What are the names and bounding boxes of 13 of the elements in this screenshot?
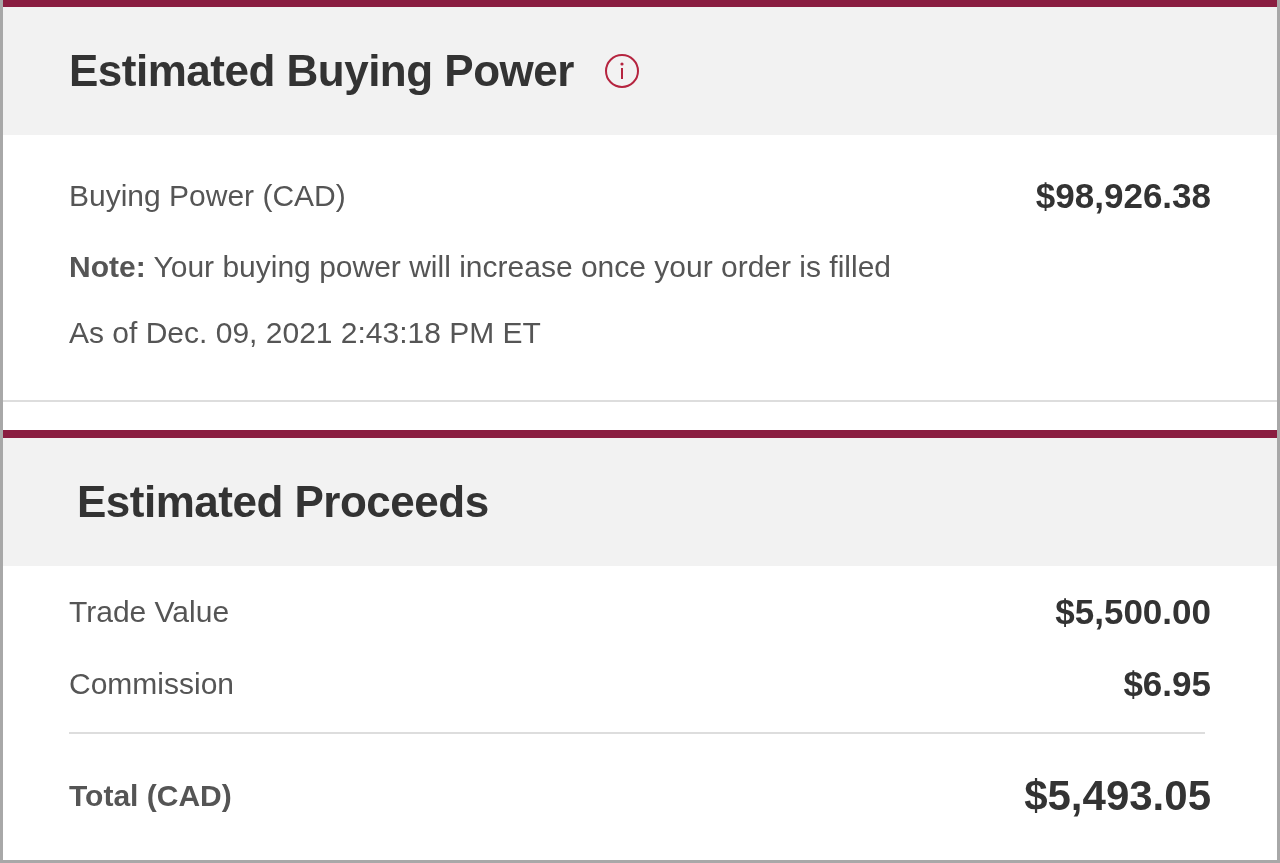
section-title: Estimated Proceeds	[77, 477, 489, 527]
note-text: Note: Your buying power will increase once your order is filled	[69, 250, 892, 284]
total-value: $5,493.05	[1024, 772, 1211, 820]
total-label: Total (CAD)	[69, 779, 232, 813]
row-label: Buying Power (CAD)	[69, 179, 346, 213]
row-label: Commission	[69, 667, 235, 701]
row-value: $6.95	[1123, 664, 1211, 704]
info-icon[interactable]	[603, 53, 640, 89]
row-value: $5,500.00	[1055, 592, 1211, 632]
timestamp-text: As of Dec. 09, 2021 2:43:18 PM ET	[69, 316, 541, 350]
section-title: Estimated Buying Power	[69, 46, 574, 96]
row-value: $98,926.38	[1035, 176, 1211, 216]
row-label: Trade Value	[69, 595, 230, 629]
